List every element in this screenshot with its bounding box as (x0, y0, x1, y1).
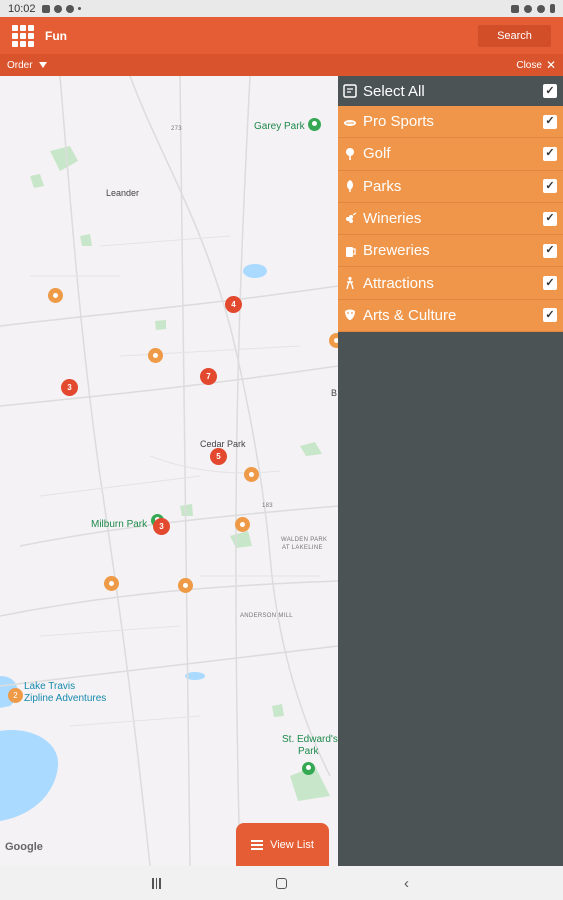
breweries-icon (343, 244, 357, 258)
attractions-marker-icon[interactable] (329, 333, 338, 348)
attractions-icon (343, 276, 357, 290)
order-dropdown[interactable]: Order (7, 60, 47, 71)
app-title: Fun (45, 28, 67, 43)
cluster-marker[interactable]: 7 (200, 368, 217, 385)
filter-checkbox[interactable]: ✓ (543, 276, 557, 291)
filter-label: Arts & Culture (363, 306, 457, 324)
filter-label: Parks (363, 177, 402, 195)
notification-icons (41, 4, 81, 13)
arts-culture-icon (343, 308, 357, 322)
home-icon (276, 877, 287, 889)
map-label-milburn-park: Milburn Park (91, 519, 148, 530)
filter-item-parks[interactable]: Parks ✓ (338, 170, 563, 203)
golf-marker-icon[interactable] (48, 288, 63, 303)
map-label-garey-park: Garey Park (254, 121, 305, 132)
status-time: 10:02 (8, 2, 36, 15)
home-button[interactable] (272, 877, 292, 889)
system-nav-bar: ‹ (0, 866, 563, 900)
arts-culture-marker-icon[interactable] (235, 517, 250, 532)
park-pin-icon[interactable] (302, 762, 315, 775)
arts-culture-marker-icon[interactable] (178, 578, 193, 593)
filter-label: Pro Sports (363, 113, 434, 131)
location-icon (524, 4, 532, 13)
cluster-marker[interactable]: 5 (210, 448, 227, 465)
filter-checkbox[interactable]: ✓ (543, 179, 557, 194)
filter-label: Attractions (363, 274, 434, 292)
view-list-button[interactable]: View List (236, 823, 329, 866)
map-label-lake-travis: Lake Travis (24, 681, 76, 692)
back-icon: ‹ (404, 874, 409, 892)
wineries-marker-icon[interactable] (148, 348, 163, 363)
map-label-road-183: 183 (262, 503, 273, 509)
breweries-marker-icon[interactable] (244, 467, 259, 482)
filter-checkbox[interactable]: ✓ (543, 146, 557, 161)
map-roads (0, 76, 338, 866)
sports-icon (343, 115, 357, 129)
map-label-st-edwards-park: Park (298, 746, 319, 757)
status-bar: 10:02 (0, 0, 563, 17)
mute-icon (511, 4, 519, 13)
google-logo: Google (5, 841, 43, 853)
filter-checkbox[interactable]: ✓ (543, 308, 557, 323)
filter-checkbox[interactable]: ✓ (543, 211, 557, 226)
select-all-row[interactable]: Select All ✓ (338, 76, 563, 106)
wifi-icon (537, 4, 545, 13)
map-label-leander: Leander (106, 188, 140, 198)
map-label-st-edwards: St. Edward's (282, 734, 338, 745)
list-icon (251, 839, 264, 850)
map-label-edge: B (331, 388, 338, 398)
cluster-marker[interactable]: 4 (225, 296, 242, 313)
photo-notification-icon (41, 4, 50, 13)
close-icon: ✕ (545, 58, 556, 72)
filter-label: Wineries (363, 210, 422, 228)
close-filter-button[interactable]: Close ✕ (516, 58, 556, 72)
sync-notification-icon (53, 4, 62, 13)
filter-checkbox[interactable]: ✓ (543, 243, 557, 258)
filter-item-golf[interactable]: Golf ✓ (338, 138, 563, 171)
parks-icon (343, 179, 357, 193)
map-label-road-273: 273 (171, 126, 182, 132)
select-all-checkbox[interactable]: ✓ (543, 84, 557, 98)
filter-label: Golf (363, 145, 391, 163)
sort-bar: Order Close ✕ (0, 54, 563, 76)
wineries-icon (343, 212, 357, 226)
orange-cluster-marker[interactable]: 2 (8, 688, 23, 703)
map-view[interactable]: Leander Cedar Park Garey Park Milburn Pa… (0, 76, 338, 866)
filter-item-attractions[interactable]: Attractions ✓ (338, 267, 563, 300)
filter-item-pro-sports[interactable]: Pro Sports ✓ (338, 106, 563, 139)
filter-item-wineries[interactable]: Wineries ✓ (338, 202, 563, 236)
map-label-zipline: Zipline Adventures (24, 693, 107, 704)
cluster-marker[interactable]: 3 (153, 518, 170, 535)
select-all-icon (343, 84, 357, 98)
filter-item-breweries[interactable]: Breweries ✓ (338, 235, 563, 268)
more-notifications-icon (77, 7, 81, 10)
battery-icon (550, 4, 555, 13)
order-label: Order (7, 59, 33, 71)
search-button[interactable]: Search (478, 24, 551, 47)
golf-icon (343, 147, 357, 161)
chevron-down-icon (38, 62, 47, 68)
filter-label: Breweries (363, 242, 430, 260)
recents-icon (147, 877, 167, 889)
golf-marker-icon[interactable] (104, 576, 119, 591)
cluster-marker[interactable]: 3 (61, 379, 78, 396)
map-label-walden-lakeline: AT LAKELINE (282, 545, 323, 551)
close-label: Close (516, 59, 542, 71)
apps-grid-icon[interactable] (12, 24, 34, 47)
filter-checkbox[interactable]: ✓ (543, 114, 557, 129)
back-button[interactable]: ‹ (397, 875, 417, 892)
account-notification-icon (65, 4, 74, 13)
map-label-cedar-park: Cedar Park (200, 439, 246, 449)
app-bar: Fun Search (0, 17, 563, 54)
view-list-label: View List (270, 838, 314, 851)
map-label-walden: WALDEN PARK (281, 537, 328, 543)
map-label-anderson-mill: ANDERSON MILL (240, 613, 293, 619)
category-filter-panel: Select All ✓ Pro Sports ✓ Golf ✓ Parks ✓… (338, 76, 563, 866)
filter-item-arts-culture[interactable]: Arts & Culture ✓ (338, 299, 563, 333)
recents-button[interactable] (147, 877, 167, 889)
select-all-label: Select All (363, 82, 425, 100)
park-pin-icon[interactable] (308, 118, 321, 131)
